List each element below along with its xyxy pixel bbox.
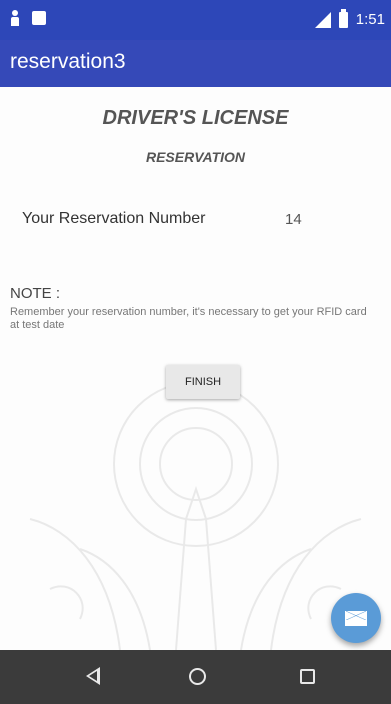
recents-icon[interactable] [300,669,315,684]
note-label: NOTE : [10,285,61,302]
battery-icon [338,8,348,28]
main-content: DRIVER'S LICENSE RESERVATION Your Reserv… [0,87,391,650]
home-icon[interactable] [189,668,206,685]
notification-square-icon [32,11,46,25]
status-right-icons: 1:51 [314,8,385,28]
signal-icon [314,11,331,28]
page-title: DRIVER'S LICENSE [102,107,289,129]
back-icon[interactable] [86,667,100,685]
status-time: 1:51 [355,11,385,28]
reservation-number-value: 14 [285,211,302,228]
finish-button[interactable]: FINISH [166,365,240,399]
app-bar: reservation3 [0,40,391,87]
mail-icon [345,610,367,626]
app-title: reservation3 [10,50,126,73]
status-bar: 1:51 [0,0,391,40]
mail-fab-button[interactable] [331,593,381,643]
reservation-number-label: Your Reservation Number [22,210,206,227]
page-subtitle: RESERVATION [145,149,246,165]
person-icon [10,10,20,26]
status-left-icons [10,10,46,26]
note-text: Remember your reservation number, it's n… [10,306,367,331]
navigation-bar [0,650,391,704]
